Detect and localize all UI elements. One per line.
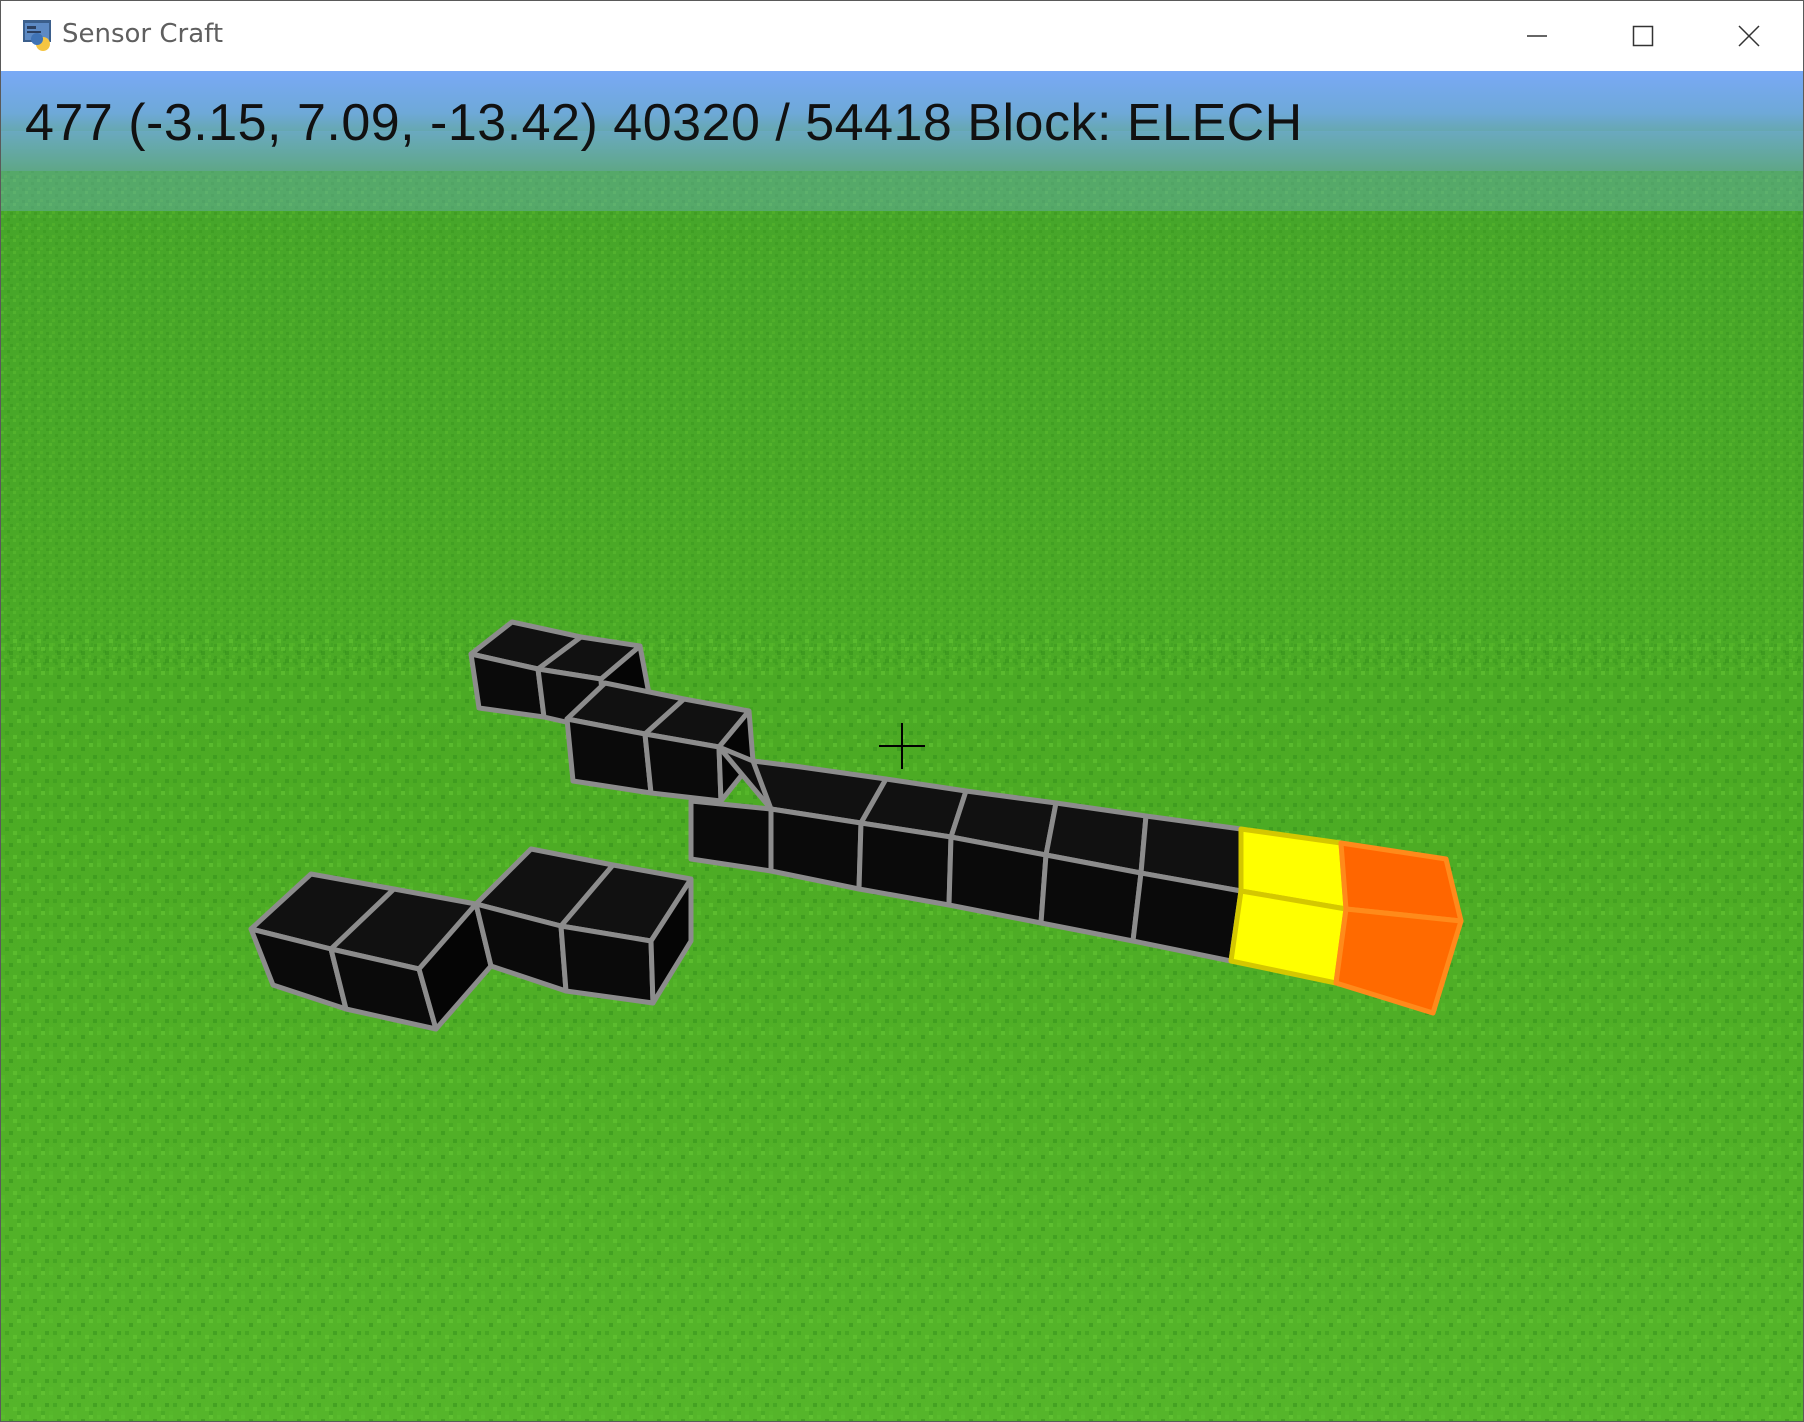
grass-texture (1, 171, 1803, 671)
debug-hud: 477 (-3.15, 7.09, -13.42) 40320 / 54418 … (25, 93, 1303, 153)
yellow-block (1228, 826, 1349, 986)
player-position: (-3.15, 7.09, -13.42) (128, 94, 599, 152)
close-button[interactable] (1719, 15, 1779, 57)
crosshair-icon (879, 723, 925, 769)
fps-counter: 477 (25, 94, 114, 152)
selected-block-name: ELECH (1126, 94, 1303, 152)
orange-block (1333, 840, 1464, 1016)
close-icon (1738, 25, 1760, 47)
maximize-button[interactable] (1613, 15, 1673, 57)
block-row-6 (1130, 813, 1244, 964)
block-row-5 (1038, 800, 1149, 944)
python-app-icon (23, 20, 55, 52)
minimize-button[interactable] (1507, 15, 1567, 57)
minimize-icon (1527, 35, 1547, 37)
game-viewport[interactable]: 477 (-3.15, 7.09, -13.42) 40320 / 54418 … (1, 71, 1803, 1421)
window-title: Sensor Craft (62, 19, 224, 49)
title-bar[interactable]: Sensor Craft (1, 1, 1803, 71)
app-window: Sensor Craft 477 (-3.15, 7.09, -13.42) 4… (0, 0, 1804, 1422)
block-counts: 40320 / 54418 (613, 94, 953, 152)
maximize-icon (1632, 25, 1654, 47)
block-label: Block: (967, 94, 1112, 152)
